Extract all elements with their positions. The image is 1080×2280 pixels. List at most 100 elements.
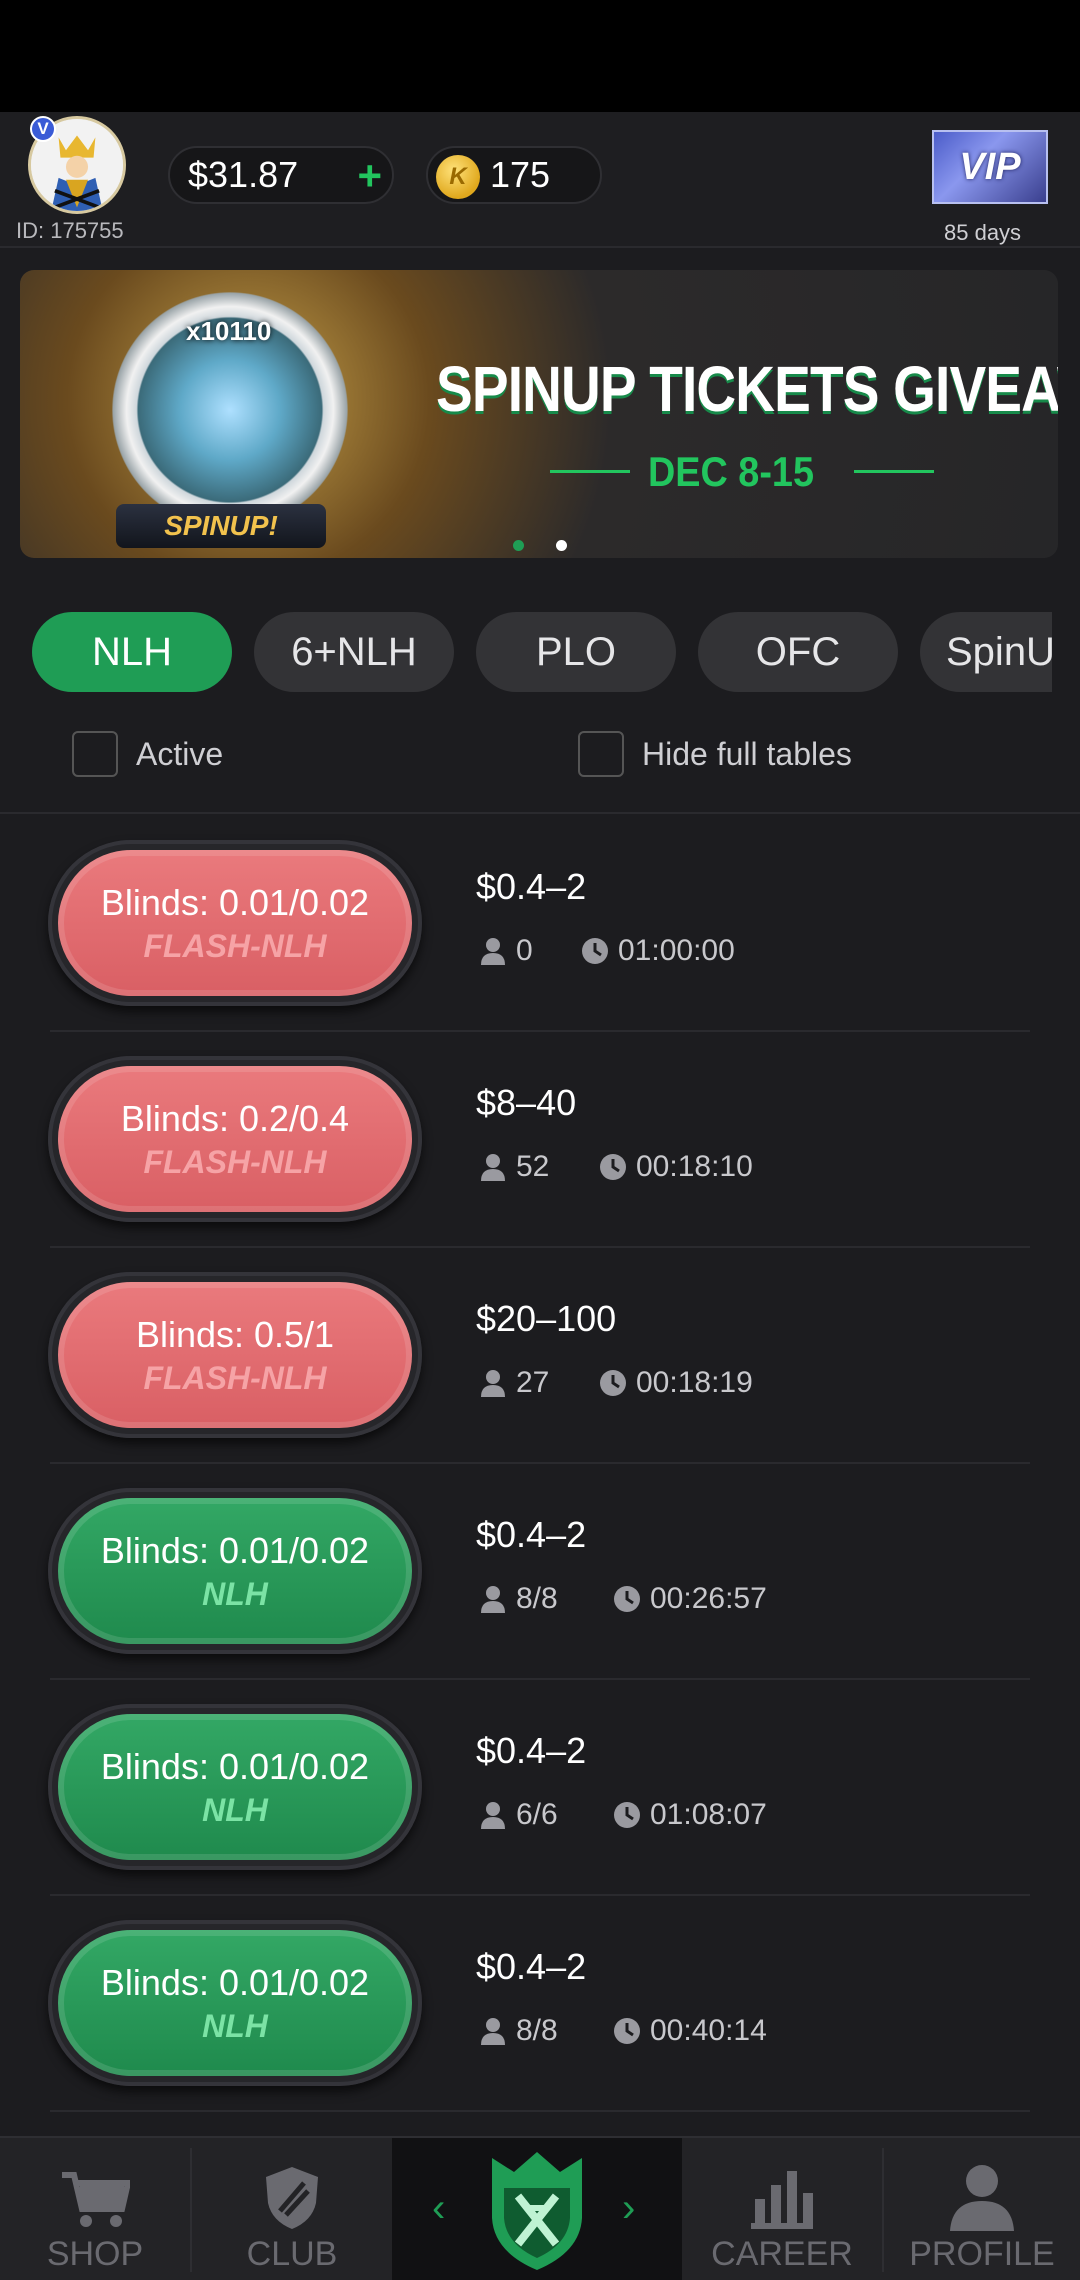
game-type-label: NLH <box>202 1791 268 1828</box>
date-rule-right <box>854 470 934 473</box>
user-id: ID: 175755 <box>16 218 124 243</box>
clock-icon <box>582 938 608 964</box>
player-count: 8/8 <box>516 1582 558 1615</box>
tab-6plus-nlh[interactable]: 6+NLH <box>254 612 454 692</box>
game-type-label: FLASH-NLH <box>143 927 327 964</box>
blinds-chip[interactable]: Blinds: 0.01/0.02 NLH <box>58 1930 412 2076</box>
player-icon <box>481 1154 505 1181</box>
game-type-label: NLH <box>202 1575 268 1612</box>
blinds-label: Blinds: 0.01/0.02 <box>100 1745 370 1787</box>
timer: 01:08:07 <box>612 1798 767 1832</box>
table-chip[interactable]: Blinds: 0.2/0.4 FLASH-NLH <box>48 1056 422 1222</box>
carousel-dot-1[interactable] <box>513 540 524 551</box>
table-time: 00:18:19 <box>636 1366 753 1399</box>
vip-badge-button[interactable]: VIP <box>932 130 1048 204</box>
bar-chart-icon <box>751 2171 813 2229</box>
tab-ofc[interactable]: OFC <box>698 612 898 692</box>
table-row[interactable]: Blinds: 0.01/0.02 NLH $0.4–2 8/8 00:26:5… <box>0 1464 1080 1680</box>
tab-nlh[interactable]: NLH <box>32 612 232 692</box>
clock-icon <box>614 1586 640 1612</box>
coin-icon: K <box>436 155 480 199</box>
tab-plo[interactable]: PLO <box>476 612 676 692</box>
timer: 01:00:00 <box>580 934 735 968</box>
timer: 00:18:19 <box>598 1366 753 1400</box>
active-label: Active <box>136 735 224 772</box>
clock-icon <box>614 1802 640 1828</box>
add-funds-button[interactable]: + <box>357 152 382 200</box>
blinds-label: Blinds: 0.01/0.02 <box>100 1961 370 2003</box>
vip-days-remaining: 85 days <box>944 220 1022 245</box>
game-type-label: FLASH-NLH <box>143 1143 327 1180</box>
player-count: 8/8 <box>516 2014 558 2047</box>
game-type-label: NLH <box>202 2007 268 2044</box>
tab-spinup[interactable]: SpinU <box>920 612 1052 692</box>
nav-career[interactable]: CAREER <box>682 2138 882 2280</box>
nav-club-label: CLUB <box>246 2235 338 2273</box>
clock-icon <box>600 1370 626 1396</box>
table-meta: 27 00:18:19 <box>478 1366 753 1400</box>
vip-level-badge: V <box>30 116 56 142</box>
blinds-chip[interactable]: Blinds: 0.01/0.02 NLH <box>58 1714 412 1860</box>
table-chip[interactable]: Blinds: 0.01/0.02 NLH <box>48 1704 422 1870</box>
active-checkbox[interactable] <box>72 731 118 777</box>
carousel-dot-2[interactable] <box>556 540 567 551</box>
active-filter[interactable]: Active <box>72 730 223 778</box>
wheel-multiplier: x10110 <box>186 316 272 346</box>
hide-full-checkbox[interactable] <box>578 731 624 777</box>
shield-icon <box>266 2167 318 2229</box>
player-count: 27 <box>516 1366 550 1399</box>
table-row[interactable]: Blinds: 0.5/1 FLASH-NLH $20–100 27 00:18… <box>0 1248 1080 1464</box>
blinds-chip[interactable]: Blinds: 0.01/0.02 FLASH-NLH <box>58 850 412 996</box>
player-icon <box>481 1586 505 1613</box>
app-screen: V ID: 175755 $31.87 + K 175 VIP 85 days … <box>0 0 1080 2280</box>
blinds-chip[interactable]: Blinds: 0.5/1 FLASH-NLH <box>58 1282 412 1428</box>
table-row[interactable]: Blinds: 0.01/0.02 NLH $0.4–2 6/6 01:08:0… <box>0 1680 1080 1896</box>
nav-lobby[interactable]: ‹ › <box>392 2138 682 2280</box>
banner-title: SPINUP TICKETS GIVEAWAY <box>436 353 1058 425</box>
table-meta: 6/6 01:08:07 <box>478 1798 767 1832</box>
coins-pill[interactable]: K 175 <box>426 146 602 204</box>
nav-shop[interactable]: SHOP <box>0 2138 190 2280</box>
nav-career-label: CAREER <box>711 2235 853 2273</box>
app-logo-icon <box>492 2152 582 2270</box>
table-chip[interactable]: Blinds: 0.01/0.02 NLH <box>48 1488 422 1654</box>
clock-icon <box>614 2018 640 2044</box>
promo-banner[interactable]: x10110 SPINUP! SPINUP TICKETS GIVEAWAY D… <box>20 270 1058 558</box>
chevron-left-icon[interactable]: ‹ <box>432 2186 445 2231</box>
table-time: 00:26:57 <box>650 1582 767 1615</box>
nav-shop-label: SHOP <box>46 2235 144 2273</box>
table-time: 00:40:14 <box>650 2014 767 2047</box>
player-count: 52 <box>516 1150 550 1183</box>
player-count: 6/6 <box>516 1798 558 1831</box>
table-row[interactable]: Blinds: 0.01/0.02 NLH $0.4–2 8/8 00:40:1… <box>0 1896 1080 2112</box>
top-header: V ID: 175755 $31.87 + K 175 VIP 85 days <box>0 112 1080 248</box>
nav-club[interactable]: CLUB <box>192 2138 392 2280</box>
player-icon <box>481 2018 505 2045</box>
table-time: 01:00:00 <box>618 934 735 967</box>
nav-profile[interactable]: PROFILE <box>884 2138 1080 2280</box>
hide-full-filter[interactable]: Hide full tables <box>578 730 852 778</box>
player-count: 0 <box>516 934 533 967</box>
chevron-right-icon[interactable]: › <box>622 2186 635 2231</box>
blinds-label: Blinds: 0.01/0.02 <box>100 1529 370 1571</box>
table-chip[interactable]: Blinds: 0.01/0.02 FLASH-NLH <box>48 840 422 1006</box>
balance-pill[interactable]: $31.87 + <box>168 146 394 204</box>
buyin-range: $0.4–2 <box>476 1514 587 1555</box>
game-type-label: FLASH-NLH <box>143 1359 327 1396</box>
table-chip[interactable]: Blinds: 0.01/0.02 NLH <box>48 1920 422 2086</box>
nav-profile-label: PROFILE <box>909 2235 1055 2273</box>
blinds-chip[interactable]: Blinds: 0.01/0.02 NLH <box>58 1498 412 1644</box>
table-meta: 0 01:00:00 <box>478 934 735 968</box>
table-meta: 8/8 00:26:57 <box>478 1582 767 1616</box>
table-row[interactable]: Blinds: 0.01/0.02 FLASH-NLH $0.4–2 0 01:… <box>0 816 1080 1032</box>
blinds-chip[interactable]: Blinds: 0.2/0.4 FLASH-NLH <box>58 1066 412 1212</box>
table-time: 01:08:07 <box>650 1798 767 1831</box>
table-chip[interactable]: Blinds: 0.5/1 FLASH-NLH <box>48 1272 422 1438</box>
clock-icon <box>600 1154 626 1180</box>
blinds-label: Blinds: 0.01/0.02 <box>100 881 370 923</box>
buyin-range: $8–40 <box>476 1082 577 1123</box>
blinds-label: Blinds: 0.5/1 <box>135 1313 335 1355</box>
table-row[interactable]: Blinds: 0.2/0.4 FLASH-NLH $8–40 52 00:18… <box>0 1032 1080 1248</box>
coin-amount: 175 <box>490 154 551 195</box>
row-divider <box>50 2110 1030 2112</box>
